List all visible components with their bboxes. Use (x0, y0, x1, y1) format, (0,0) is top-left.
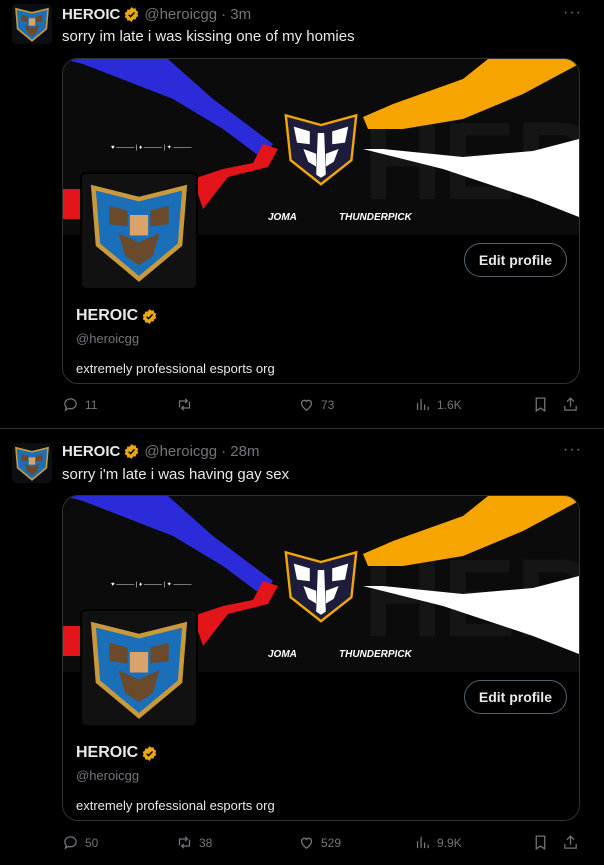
like-button[interactable]: 73 (298, 396, 334, 413)
tweet[interactable]: HEROIC @heroicgg · 3m ··· sorry im late … (0, 0, 604, 428)
svg-text:♥ ——— | ♦ ——— | ✦ ———: ♥ ——— | ♦ ——— | ✦ ——— (111, 144, 191, 151)
share-icon (564, 835, 577, 849)
profile-card[interactable]: HEROIC ♥ ——— | ♦ ——— | ✦ ——— JOMA THUNDE… (62, 58, 580, 384)
share-icon (564, 397, 577, 411)
bookmark-button[interactable] (532, 834, 549, 851)
like-count: 73 (321, 397, 335, 412)
svg-text:♥ ——— | ♦ ——— | ✦ ———: ♥ ——— | ♦ ——— | ✦ ——— (111, 581, 191, 588)
view-count: 1.6K (437, 397, 462, 412)
profile-card[interactable]: HEROIC ♥ ——— | ♦ ——— | ✦ ——— JOMA THUNDE… (62, 495, 580, 821)
verified-badge-icon (125, 444, 139, 459)
reply-button[interactable]: 11 (62, 396, 97, 413)
bookmark-button[interactable] (532, 396, 549, 413)
display-name[interactable]: HEROIC (62, 443, 120, 460)
retweet-icon (178, 836, 191, 849)
edit-profile-button[interactable]: Edit profile (463, 680, 567, 714)
reply-button[interactable]: 50 (62, 834, 98, 851)
card-name-text: HEROIC (76, 744, 139, 761)
share-button[interactable] (562, 396, 579, 413)
avatar[interactable] (12, 4, 52, 44)
card-display-name: HEROIC (76, 307, 158, 325)
views-button[interactable]: 1.6K (414, 396, 462, 413)
heart-icon (300, 837, 313, 849)
reply-count: 11 (85, 397, 98, 412)
tweet-text: sorry i'm late i was having gay sex (62, 466, 290, 483)
sponsor-label: JOMA (268, 212, 297, 223)
view-count: 9.9K (437, 835, 462, 850)
sponsor-label: THUNDERPICK (339, 212, 412, 223)
reply-icon (64, 836, 77, 850)
edit-profile-button[interactable]: Edit profile (463, 243, 567, 277)
bookmark-icon (535, 835, 546, 851)
more-options-icon[interactable]: ··· (563, 441, 582, 459)
views-button[interactable]: 9.9K (414, 834, 462, 851)
verified-badge-icon (125, 7, 139, 22)
handle[interactable]: @heroicgg (144, 443, 217, 460)
card-name-text: HEROIC (76, 307, 139, 324)
tweet[interactable]: HEROIC @heroicgg · 28m ··· sorry i'm lat… (0, 428, 604, 865)
retweet-count: 38 (199, 835, 213, 850)
action-bar: 11 73 1.6K (62, 396, 582, 416)
verified-badge-icon (142, 745, 157, 761)
card-handle: @heroicgg (76, 331, 140, 346)
heart-icon (300, 399, 313, 411)
timestamp[interactable]: · 28m (221, 443, 259, 460)
sponsor-label: THUNDERPICK (339, 649, 412, 660)
tweet-header: HEROIC @heroicgg · 3m (62, 6, 251, 23)
handle[interactable]: @heroicgg (144, 6, 217, 23)
bookmark-icon (535, 397, 546, 413)
sponsor-label: JOMA (268, 649, 297, 660)
tweet-header: HEROIC @heroicgg · 28m (62, 443, 259, 460)
card-bio: extremely professional esports org (76, 798, 275, 813)
card-handle: @heroicgg (76, 768, 140, 783)
like-count: 529 (321, 835, 342, 850)
card-bio: extremely professional esports org (76, 361, 275, 376)
avatar[interactable] (12, 443, 52, 483)
retweet-button[interactable] (176, 396, 199, 413)
timestamp[interactable]: · 3m (221, 6, 251, 23)
views-chart-icon (416, 398, 429, 411)
share-button[interactable] (562, 834, 579, 851)
reply-icon (64, 398, 77, 412)
retweet-icon (178, 398, 191, 411)
like-button[interactable]: 529 (298, 834, 341, 851)
action-bar: 50 38 529 9.9K (62, 834, 582, 854)
profile-picture[interactable] (80, 609, 198, 727)
display-name[interactable]: HEROIC (62, 6, 120, 23)
card-display-name: HEROIC (76, 744, 158, 762)
retweet-button[interactable]: 38 (176, 834, 212, 851)
reply-count: 50 (85, 835, 99, 850)
profile-picture[interactable] (80, 172, 198, 290)
verified-badge-icon (142, 308, 157, 324)
more-options-icon[interactable]: ··· (563, 4, 582, 22)
views-chart-icon (416, 836, 429, 849)
tweet-text: sorry im late i was kissing one of my ho… (62, 28, 355, 45)
